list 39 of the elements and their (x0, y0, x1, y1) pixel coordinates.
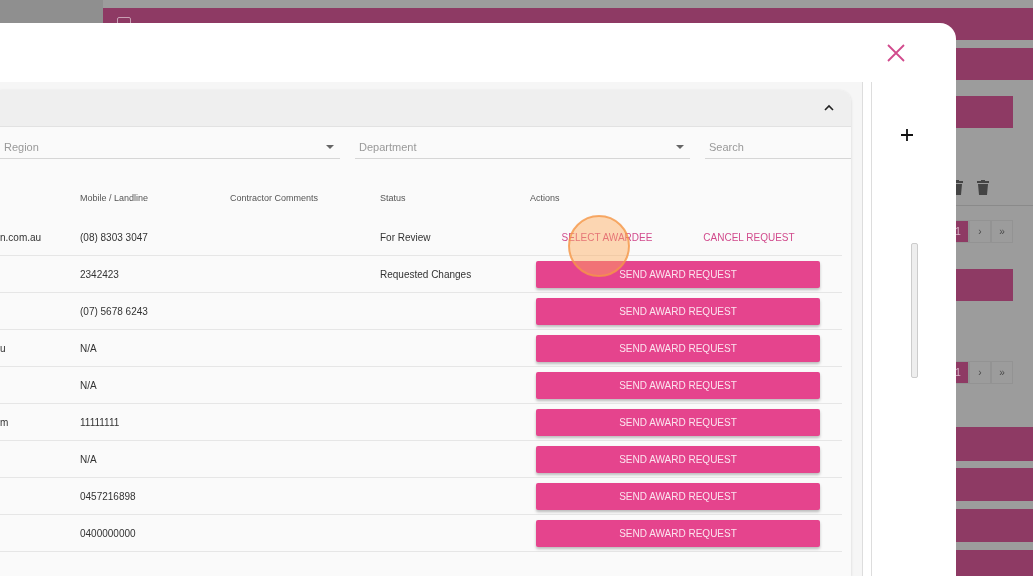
table-cell-text: N/A (80, 453, 98, 465)
send-award-request-button[interactable]: SEND AWARD REQUEST (536, 482, 820, 510)
table-cell-text: m (0, 416, 10, 428)
table-cell-text: N/A (80, 379, 98, 391)
dropdown-arrow-icon (326, 145, 334, 149)
table-cell-text: n.com.au (0, 231, 43, 243)
column-header: Actions (530, 193, 561, 203)
status-cell-text: For Review (380, 231, 432, 243)
send-award-request-button[interactable]: SEND AWARD REQUEST (536, 408, 820, 436)
page-button[interactable]: » (991, 220, 1013, 243)
send-award-request-button[interactable]: SEND AWARD REQUEST (536, 260, 820, 288)
dropdown-arrow-icon (676, 145, 684, 149)
table-cell-text: u (0, 342, 7, 354)
send-award-request-button[interactable]: SEND AWARD REQUEST (536, 334, 820, 362)
table-cell-text: (07) 5678 6243 (80, 305, 149, 317)
page-button[interactable]: » (991, 361, 1013, 384)
action-link[interactable]: CANCEL REQUEST (678, 231, 820, 243)
add-icon[interactable] (900, 128, 914, 142)
column-header: Status (380, 193, 407, 203)
column-header: Mobile / Landline (80, 193, 150, 203)
scrollbar[interactable] (910, 243, 918, 378)
table-cell-text: 11111111 (80, 416, 121, 428)
table-cell-text: 2342423 (80, 268, 120, 280)
select-field[interactable]: Region (0, 135, 340, 159)
column-header: Contractor Comments (230, 193, 320, 203)
page-button[interactable]: › (969, 220, 991, 243)
send-award-request-button[interactable]: SEND AWARD REQUEST (536, 297, 820, 325)
select-field[interactable]: Department (355, 135, 690, 159)
send-award-request-button[interactable]: SEND AWARD REQUEST (536, 519, 820, 547)
table-cell-text: N/A (80, 342, 98, 354)
send-award-request-button[interactable]: SEND AWARD REQUEST (536, 445, 820, 473)
table-cell-text: (08) 8303 3047 (80, 231, 149, 243)
search-field[interactable]: Search (705, 135, 851, 159)
send-award-request-button[interactable]: SEND AWARD REQUEST (536, 371, 820, 399)
status-cell-text: Requested Changes (380, 268, 473, 280)
page-button[interactable]: › (969, 361, 991, 384)
table-cell-text: 0400000000 (80, 527, 137, 539)
close-icon[interactable] (886, 42, 906, 63)
table-cell-text: 0457216898 (80, 490, 137, 502)
